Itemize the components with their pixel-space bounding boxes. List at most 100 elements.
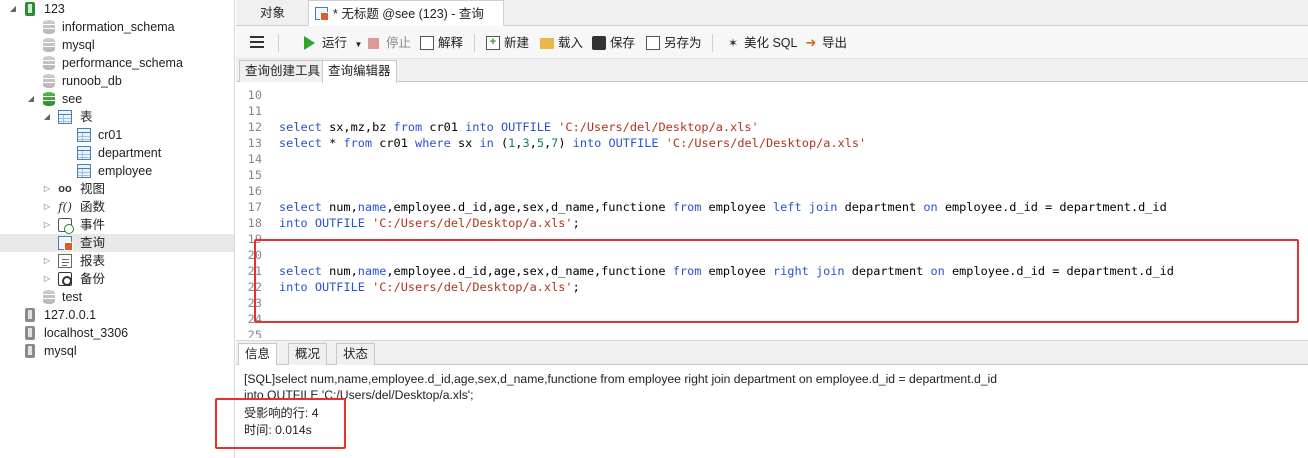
editor-mode-tabs: 查询创建工具 查询编辑器 (236, 59, 1308, 83)
tree-node-queries[interactable]: 查询 (0, 234, 234, 252)
tree-db-runoob-db[interactable]: runoob_db (0, 72, 234, 90)
menu-icon[interactable] (250, 35, 264, 49)
database-icon (43, 290, 55, 304)
tree-connection-localhost-3306[interactable]: localhost_3306 (0, 324, 234, 342)
line-number: 16 (247, 184, 262, 198)
tree-node-functions[interactable]: ▷ f() 函数 (0, 198, 234, 216)
function-icon: f() (58, 200, 72, 214)
export-label: 导出 (822, 36, 848, 50)
tab-query-builder[interactable]: 查询创建工具 (239, 60, 327, 82)
load-label: 载入 (558, 36, 584, 50)
tree-connection-123[interactable]: ◢ 123 (0, 0, 234, 18)
line-code: into OUTFILE 'C:/Users/del/Desktop/a.xls… (279, 216, 580, 230)
dropdown-arrow-icon[interactable]: ▼ (355, 40, 363, 49)
tree-node-tables[interactable]: ◢ 表 (0, 108, 234, 126)
collapse-arrow-icon[interactable]: ◢ (26, 90, 36, 108)
tables-icon (58, 110, 72, 124)
database-icon (43, 38, 55, 52)
explain-icon (420, 36, 434, 50)
line-number: 18 (247, 216, 262, 230)
tree-table-department[interactable]: department (0, 144, 234, 162)
load-button[interactable]: 载入 (540, 33, 583, 53)
tree-table-employee[interactable]: employee (0, 162, 234, 180)
query-icon (315, 7, 329, 21)
tree-node-events[interactable]: ▷ 事件 (0, 216, 234, 234)
stop-icon (368, 38, 379, 49)
line-number: 13 (247, 136, 262, 150)
line-number: 12 (247, 120, 262, 134)
tab-objects[interactable]: 对象 (250, 0, 295, 26)
result-tabs: 信息 概况 状态 (236, 340, 1308, 367)
line-code: select * from cr01 where sx in (1,3,5,7)… (279, 136, 867, 150)
expand-arrow-icon[interactable]: ▷ (42, 198, 52, 216)
connection-icon (25, 2, 35, 16)
line-number: 14 (247, 152, 262, 166)
expand-arrow-icon[interactable]: ▷ (42, 180, 52, 198)
table-icon (77, 164, 91, 178)
run-icon (304, 36, 315, 50)
tree-db-see[interactable]: ◢ see (0, 90, 234, 108)
tree-db-performance-schema[interactable]: performance_schema (0, 54, 234, 72)
expand-arrow-icon[interactable]: ▷ (42, 216, 52, 234)
tree-db-test[interactable]: test (0, 288, 234, 306)
explain-button[interactable]: 解释 (420, 33, 463, 53)
tree-db-information-schema[interactable]: information_schema (0, 18, 234, 36)
sql-editor[interactable]: 10 11 12 select sx,mz,bz from cr01 into OUT… (236, 83, 1308, 338)
event-clock-icon (58, 218, 74, 234)
line-number: 10 (247, 88, 262, 102)
line-number: 21 (247, 264, 262, 278)
backup-icon (58, 272, 72, 286)
save-as-label: 另存为 (664, 36, 702, 50)
tab-query[interactable]: * 无标题 @see (123) - 查询 (308, 0, 504, 26)
line-number: 24 (247, 312, 262, 326)
connection-icon (25, 326, 35, 340)
new-icon: + (486, 36, 500, 50)
database-icon (43, 20, 55, 34)
tab-info[interactable]: 信息 (238, 343, 278, 367)
save-button[interactable]: 保存 (592, 33, 635, 53)
magic-wand-icon: ✶ (727, 36, 739, 50)
document-tabs: 对象 * 无标题 @see (123) - 查询 (236, 0, 1308, 26)
line-code: select num,name,employee.d_id,age,sex,d_… (279, 264, 1174, 278)
info-sql-line-2: into OUTFILE 'C:/Users/del/Desktop/a.xls… (244, 388, 474, 402)
tab-query-editor[interactable]: 查询编辑器 (322, 60, 397, 83)
tree-db-mysql[interactable]: mysql (0, 36, 234, 54)
query-icon (58, 236, 73, 251)
line-number: 22 (247, 280, 262, 294)
collapse-arrow-icon[interactable]: ◢ (8, 0, 18, 18)
tree-table-cr01[interactable]: cr01 (0, 126, 234, 144)
info-panel: [SQL]select num,name,employee.d_id,age,s… (236, 365, 1308, 458)
database-open-icon (43, 92, 55, 106)
navicat-window: ◢ 123 information_schema mysql performan… (0, 0, 1308, 458)
tree-connection-127-0-0-1[interactable]: 127.0.0.1 (0, 306, 234, 324)
stop-button[interactable]: 停止 (368, 33, 411, 53)
collapse-arrow-icon[interactable]: ◢ (42, 108, 52, 126)
tab-overview[interactable]: 概况 (288, 343, 328, 366)
tree-node-reports[interactable]: ▷ 报表 (0, 252, 234, 270)
tab-status[interactable]: 状态 (336, 343, 376, 366)
database-icon (43, 56, 55, 70)
beautify-sql-button[interactable]: ✶ 美化 SQL (726, 33, 798, 53)
line-code: select sx,mz,bz from cr01 into OUTFILE '… (279, 120, 759, 134)
table-icon (77, 128, 91, 142)
expand-arrow-icon[interactable]: ▷ (42, 270, 52, 288)
save-label: 保存 (610, 36, 636, 50)
tree-connection-mysql[interactable]: mysql (0, 342, 234, 360)
line-code: into OUTFILE 'C:/Users/del/Desktop/a.xls… (279, 280, 580, 294)
expand-arrow-icon[interactable]: ▷ (42, 252, 52, 270)
query-toolbar: 运行 ▼ 停止 解释 + 新建 载入 保存 另存为 ✶ 美化 SQL ➜ 导出 (236, 26, 1308, 59)
tab-query-label: * 无标题 @see (123) - 查询 (333, 7, 484, 21)
tree-node-backups[interactable]: ▷ 备份 (0, 270, 234, 288)
connection-icon (25, 308, 35, 322)
tree-node-views[interactable]: ▷ oo 视图 (0, 180, 234, 198)
new-button[interactable]: + 新建 (486, 33, 529, 53)
beautify-sql-label: 美化 SQL (744, 36, 798, 50)
save-as-button[interactable]: 另存为 (646, 33, 702, 53)
main-panel: 对象 * 无标题 @see (123) - 查询 运行 ▼ 停止 解释 + 新建… (236, 0, 1308, 458)
info-sql-line-1: [SQL]select num,name,employee.d_id,age,s… (244, 372, 998, 386)
line-number: 15 (247, 168, 262, 182)
export-button[interactable]: ➜ 导出 (804, 33, 847, 53)
folder-icon (540, 38, 554, 49)
line-number: 20 (247, 248, 262, 262)
run-button[interactable]: 运行 ▼ (304, 33, 362, 53)
